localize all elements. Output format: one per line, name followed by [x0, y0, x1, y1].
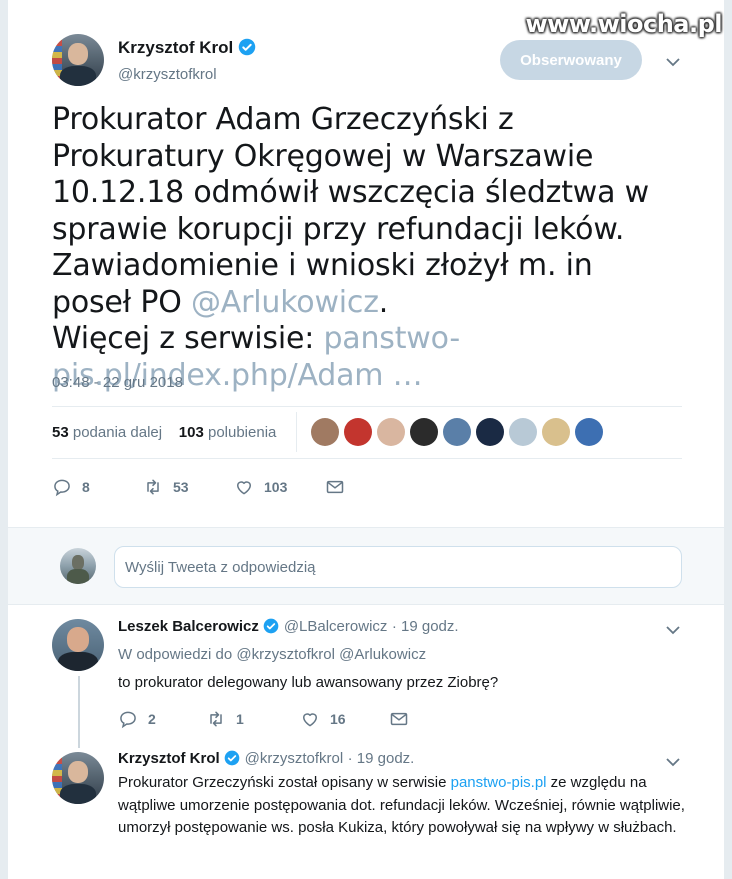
author-header: Krzysztof Krol — [118, 38, 256, 58]
likes-stat[interactable]: 103 polubienia — [179, 424, 277, 441]
tweet-text: Prokurator Adam Grzeczyński z Prokuratur… — [52, 102, 672, 394]
divider — [52, 458, 682, 459]
like-count: 103 — [264, 479, 288, 495]
envelope-icon — [390, 712, 408, 726]
author-name[interactable]: Krzysztof Krol — [118, 38, 233, 57]
like-count: 16 — [330, 711, 346, 727]
chevron-down-icon[interactable] — [665, 622, 681, 638]
watermark: www.wiocha.pl — [525, 10, 722, 38]
reply-context: W odpowiedzi do @krzysztofkrol @Arlukowi… — [118, 646, 426, 663]
mention-link[interactable]: @Arlukowicz — [191, 285, 379, 320]
reply-author-handle[interactable]: @LBalcerowicz — [284, 618, 388, 635]
reply-header: Krzysztof Krol @krzysztofkrol · 19 godz. — [118, 750, 414, 768]
thread-line — [78, 676, 80, 734]
thread-line — [78, 734, 80, 748]
retweets-label: podania dalej — [72, 424, 163, 441]
reply-text: Prokurator Grzeczyński został opisany w … — [118, 772, 688, 840]
reply-text: to prokurator delegowany lub awansowany … — [118, 674, 499, 691]
retweet-action[interactable]: 1 — [206, 709, 244, 729]
verified-icon — [224, 750, 240, 766]
reply-url-link[interactable]: panstwo-pis.pl — [451, 774, 547, 791]
retweet-count: 1 — [236, 711, 244, 727]
reply-to-mention[interactable]: @Arlukowicz — [339, 646, 426, 663]
tweet-text-more: Więcej z serwisie: — [52, 321, 324, 356]
liker-avatar[interactable] — [443, 418, 471, 446]
liker-avatar[interactable] — [542, 418, 570, 446]
reply-author-avatar[interactable] — [52, 619, 104, 671]
liker-avatar[interactable] — [476, 418, 504, 446]
reply-author-avatar[interactable] — [52, 752, 104, 804]
reply-action[interactable]: 8 — [52, 477, 90, 497]
liker-avatar[interactable] — [311, 418, 339, 446]
reply-icon — [54, 479, 70, 497]
chevron-down-icon[interactable] — [665, 54, 681, 70]
heart-icon — [237, 481, 251, 495]
reply-time[interactable]: · 19 godz. — [392, 618, 459, 635]
reply-author-name[interactable]: Leszek Balcerowicz — [118, 618, 259, 635]
stats-separator — [296, 412, 297, 452]
retweet-count: 53 — [173, 479, 189, 495]
reply-to-mention[interactable]: @krzysztofkrol — [236, 646, 335, 663]
liker-avatar[interactable] — [377, 418, 405, 446]
liker-avatar[interactable] — [575, 418, 603, 446]
retweet-action[interactable]: 53 — [143, 477, 189, 497]
like-action[interactable]: 16 — [300, 709, 346, 729]
reply-author-handle[interactable]: @krzysztofkrol — [245, 750, 344, 767]
like-action[interactable]: 103 — [234, 477, 287, 497]
verified-icon — [238, 38, 255, 56]
retweets-count: 53 — [52, 424, 69, 441]
reply-input[interactable]: Wyślij Tweeta z odpowiedzią — [114, 546, 682, 588]
reply-time[interactable]: · 19 godz. — [348, 750, 415, 767]
heart-icon — [303, 713, 317, 727]
reply-author-name[interactable]: Krzysztof Krol — [118, 750, 220, 767]
liker-avatar[interactable] — [344, 418, 372, 446]
direct-message-action[interactable] — [389, 709, 409, 729]
reply-text-body: Prokurator Grzeczyński został opisany w … — [118, 774, 451, 791]
author-handle[interactable]: @krzysztofkrol — [118, 66, 217, 83]
likers-avatars — [311, 418, 603, 446]
author-avatar[interactable] — [52, 34, 104, 86]
reply-count: 2 — [148, 711, 156, 727]
following-button[interactable]: Obserwowany — [500, 40, 642, 80]
retweet-icon — [210, 711, 222, 727]
current-user-avatar — [60, 548, 96, 584]
tweet-timestamp[interactable]: 03:48 - 22 gru 2018 — [52, 374, 183, 391]
reply-count: 8 — [82, 479, 90, 495]
divider — [52, 406, 682, 407]
reply-header: Leszek Balcerowicz @LBalcerowicz · 19 go… — [118, 618, 459, 636]
retweets-stat[interactable]: 53 podania dalej — [52, 424, 162, 441]
tweet-stats: 53 podania dalej 103 polubienia — [52, 424, 276, 441]
liker-avatar[interactable] — [410, 418, 438, 446]
direct-message-action[interactable] — [325, 477, 345, 497]
tweet-card: Krzysztof Krol @krzysztofkrol Obserwowan… — [8, 0, 724, 879]
likes-label: polubienia — [207, 424, 277, 441]
liker-avatar[interactable] — [509, 418, 537, 446]
tweet-text-punct: . — [378, 284, 389, 320]
envelope-icon — [326, 480, 344, 494]
likes-count: 103 — [178, 424, 204, 441]
chevron-down-icon[interactable] — [665, 754, 681, 770]
verified-icon — [264, 618, 279, 634]
reply-action[interactable]: 2 — [118, 709, 156, 729]
reply-icon — [120, 711, 136, 729]
reply-to-label: W odpowiedzi do — [118, 646, 233, 663]
retweet-icon — [147, 479, 159, 495]
